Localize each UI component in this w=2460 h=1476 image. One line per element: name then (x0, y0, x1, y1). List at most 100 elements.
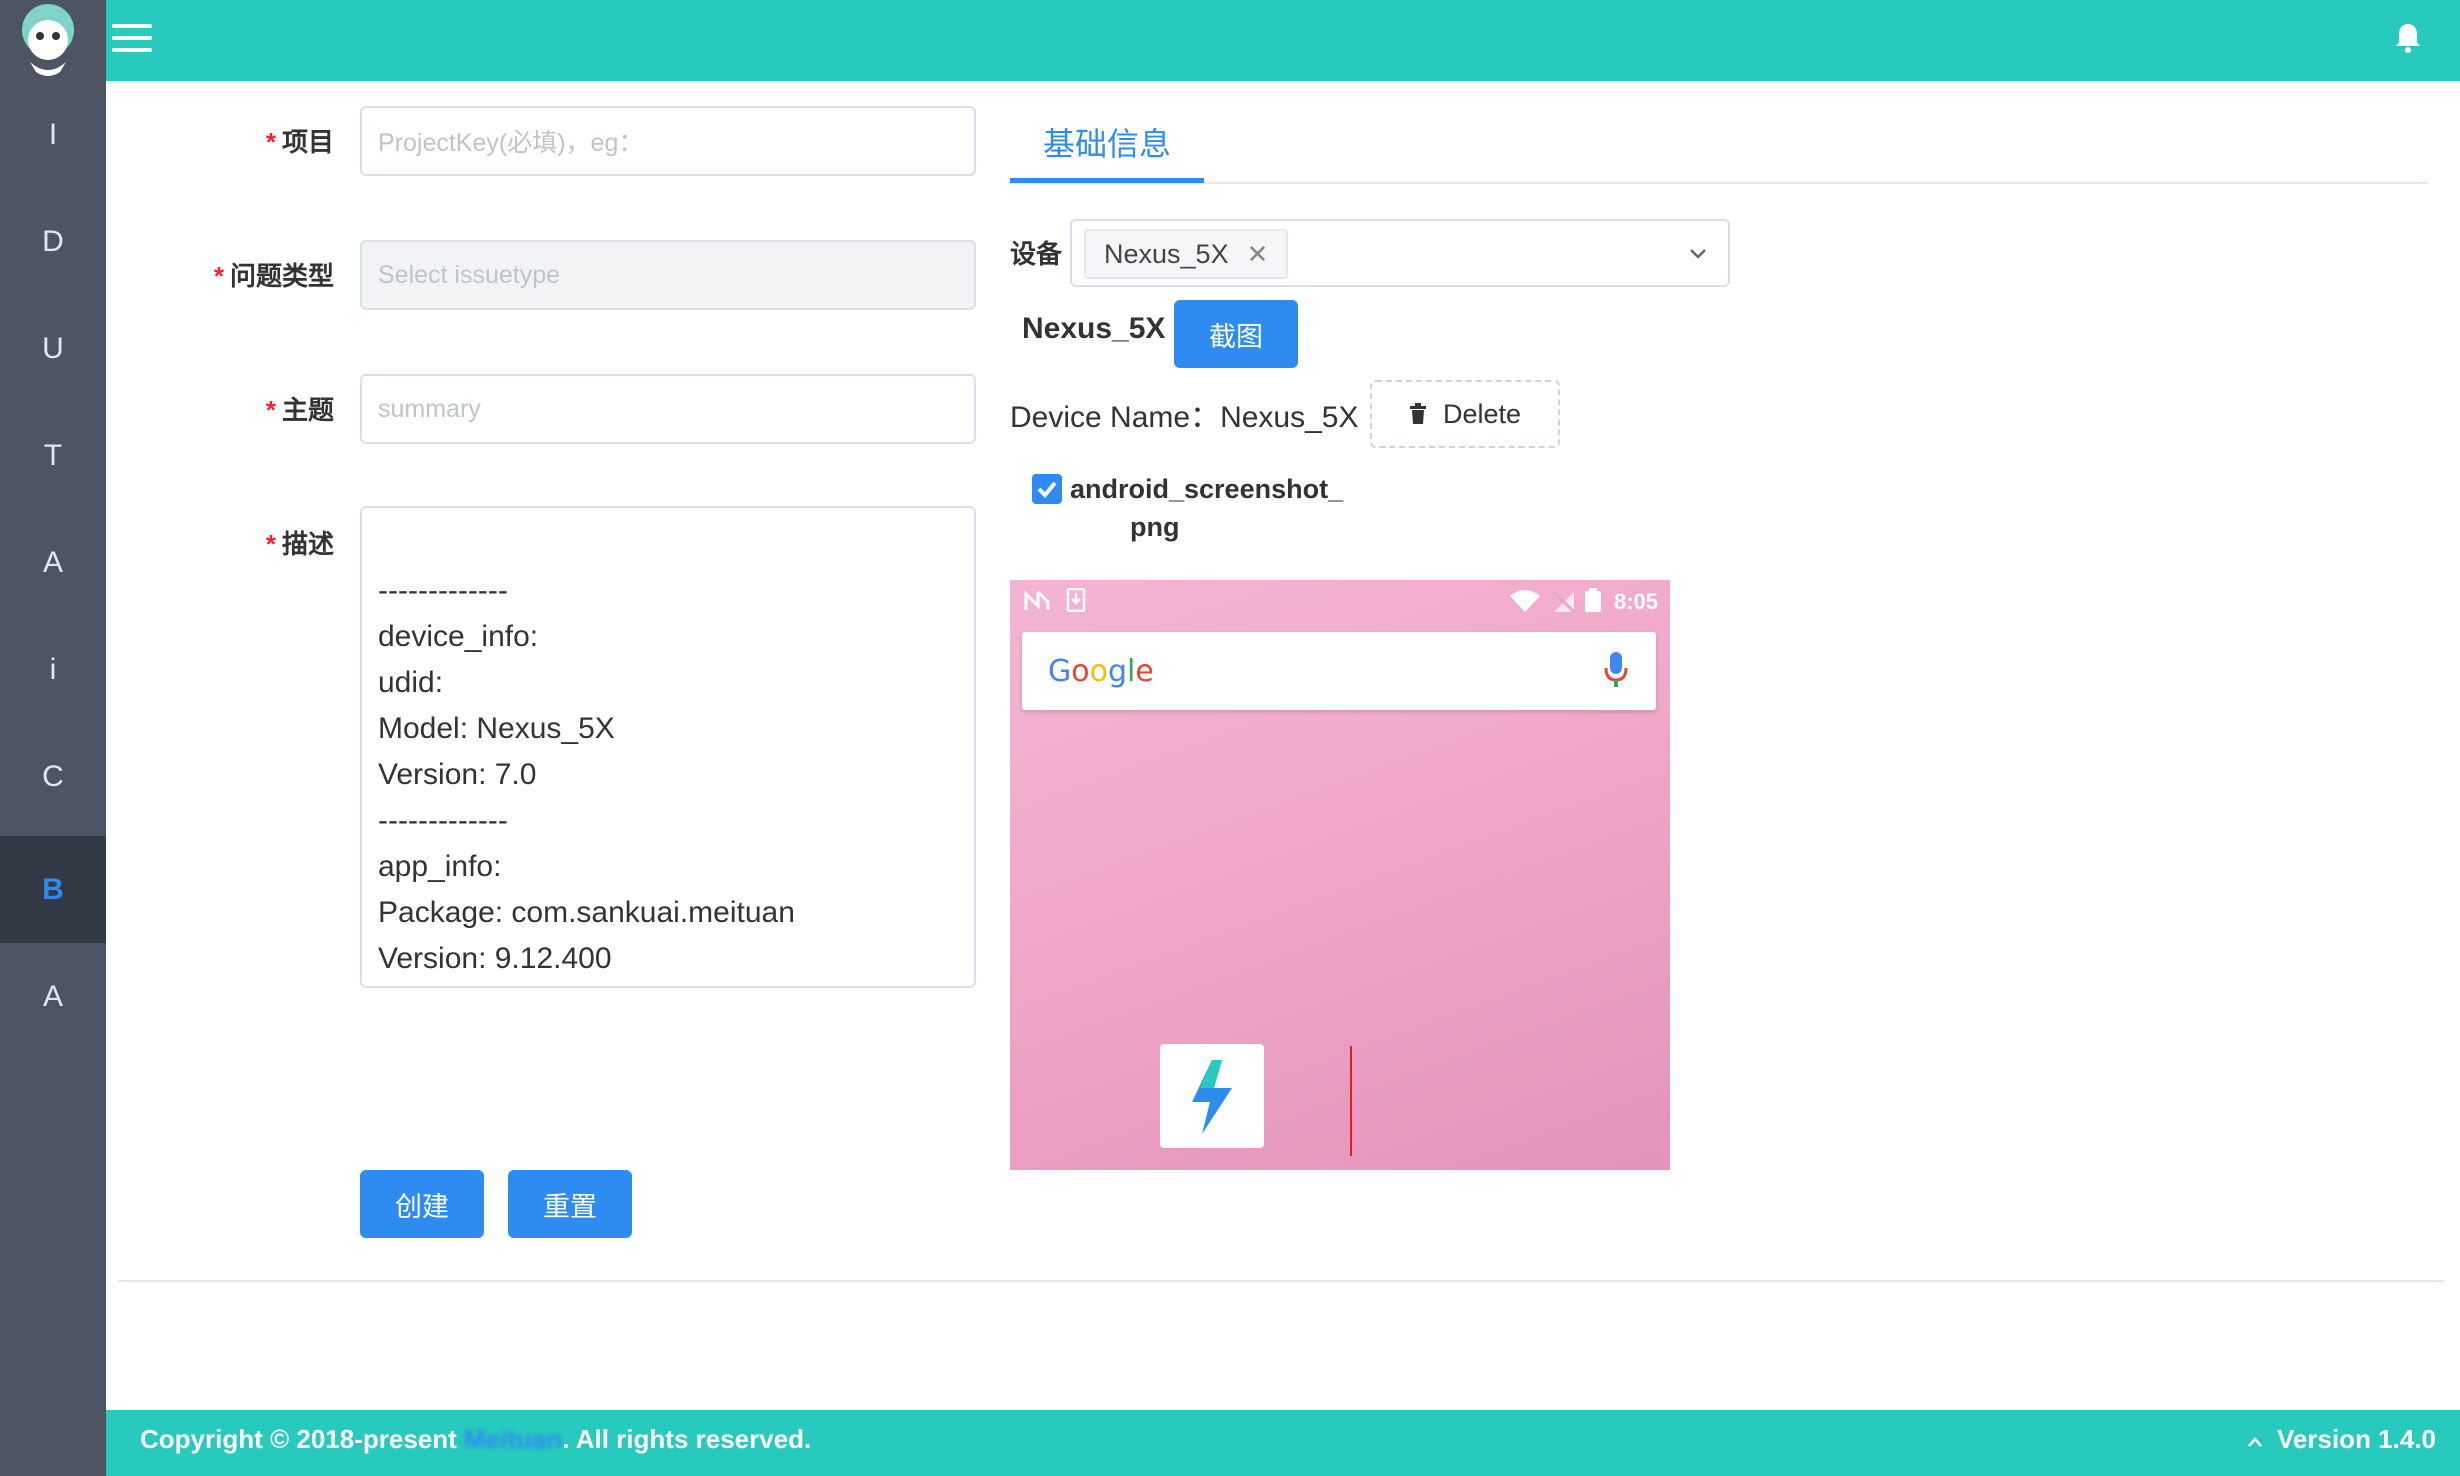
desc-line: Model: Nexus_5X (378, 712, 615, 745)
sidebar-item-5[interactable]: A (0, 509, 106, 616)
blurred-file-id-2 (1070, 512, 1130, 542)
screenshot-preview: 8:05 Google (1010, 580, 1670, 1170)
screenshot-button[interactable]: 截图 (1174, 300, 1298, 368)
desc-line: ------------- (378, 574, 508, 607)
project-input[interactable]: ProjectKey(必填)，eg： (360, 106, 976, 176)
app-icon (1160, 1044, 1264, 1148)
description-label: * 描述 (180, 524, 334, 561)
copyright-prefix: Copyright © 2018-present (140, 1424, 465, 1454)
phone-clock: 8:05 (1614, 589, 1659, 614)
sidebar-item-label: i (49, 652, 57, 686)
device-name-row: Device Name：Nexus_5X (1010, 392, 1358, 436)
blurred-example (643, 127, 685, 156)
project-label: * 项目 (180, 122, 334, 159)
sidebar-item-1[interactable]: I (0, 81, 106, 188)
tab-basic-info[interactable]: 基础信息 (1010, 122, 1204, 182)
company-link[interactable]: Meituan (464, 1424, 562, 1454)
lightning-icon (1192, 1060, 1232, 1134)
check-icon (1037, 481, 1057, 498)
summary-placeholder: summary (378, 394, 481, 423)
blurred-udid (443, 666, 610, 699)
issuetype-placeholder: Select issuetype (378, 260, 561, 289)
issuetype-label: * 问题类型 (180, 256, 334, 293)
create-button[interactable]: 创建 (360, 1170, 484, 1238)
summary-input[interactable]: summary (360, 374, 976, 444)
desc-line (378, 522, 958, 568)
bell-icon[interactable] (2394, 22, 2422, 54)
no-signal-icon (1552, 590, 1574, 612)
delete-button[interactable]: Delete (1370, 380, 1560, 448)
sidebar-item-8-active[interactable]: B (0, 836, 106, 943)
issuetype-label-text: 问题类型 (229, 261, 334, 291)
screenshot-file-name: android_screenshot_ png (1070, 470, 1670, 546)
desc-line: app_info: (378, 850, 502, 883)
issuetype-select[interactable]: Select issuetype (360, 240, 976, 310)
project-label-text: 项目 (281, 127, 334, 157)
device-name-label: Device Name： (1010, 401, 1221, 434)
google-search-bar: Google (1022, 632, 1656, 710)
hamburger-icon[interactable] (112, 24, 152, 54)
device-label: 设备 (1010, 239, 1063, 269)
sidebar-item-4[interactable]: T (0, 402, 106, 509)
logo-icon (22, 4, 74, 76)
tab-active-indicator (1010, 178, 1204, 183)
sidebar-item-6[interactable]: i (0, 616, 106, 723)
udid-label: udid: (378, 666, 444, 699)
required-mark: * (265, 395, 276, 425)
summary-label-text: 主题 (281, 395, 334, 425)
sidebar-item-3[interactable]: U (0, 295, 106, 402)
google-logo: Google (1048, 654, 1154, 689)
footer: Copyright © 2018-present Meituan. All ri… (106, 1410, 2460, 1476)
trash-icon (1409, 403, 1426, 424)
required-mark: * (213, 261, 224, 291)
desc-line: Package: com.sankuai.meituan (378, 896, 795, 929)
device-heading: Nexus_5X (1022, 312, 1166, 345)
desc-line: Version: 9.12.400 (378, 942, 612, 975)
sidebar-item-label: A (42, 545, 63, 579)
required-mark: * (265, 529, 276, 559)
content-divider (118, 1280, 2444, 1282)
desc-line: ------------- (378, 804, 508, 837)
reset-button[interactable]: 重置 (508, 1170, 632, 1238)
project-placeholder: ProjectKey(必填)，eg： (378, 129, 644, 157)
download-icon (1066, 588, 1086, 612)
sidebar-item-label: B (42, 872, 64, 906)
copyright-suffix: . All rights reserved. (562, 1424, 812, 1454)
sidebar-item-label: U (42, 331, 64, 365)
chevron-up-icon[interactable] (2247, 1436, 2263, 1448)
sidebar-item-label: A (42, 979, 63, 1013)
sidebar-item-2[interactable]: D (0, 188, 106, 295)
battery-icon (1585, 588, 1601, 612)
version-label: Version 1.4.0 (2277, 1424, 2436, 1454)
top-bar (106, 0, 2460, 81)
required-mark: * (265, 127, 276, 157)
device-select[interactable]: Nexus_5X ✕ (1070, 219, 1730, 287)
blurred-file-id (1343, 474, 1553, 504)
desc-line-udid: udid: (378, 660, 958, 706)
close-icon[interactable]: ✕ (1247, 239, 1269, 270)
file-name-ext: png (1130, 512, 1180, 542)
description-label-text: 描述 (281, 529, 334, 559)
sidebar-item-label: I (48, 117, 58, 151)
sidebar-item-label: D (42, 224, 64, 258)
screenshot-checkbox[interactable] (1032, 474, 1062, 504)
chevron-down-icon[interactable] (1688, 243, 1708, 263)
microphone-icon (1604, 652, 1628, 687)
logo (0, 0, 106, 81)
version-info: Version 1.4.0 (2247, 1424, 2436, 1455)
tabs-divider (1010, 182, 2428, 184)
device-name-value: Nexus_5X (1220, 401, 1359, 434)
delete-label: Delete (1442, 398, 1522, 429)
copyright: Copyright © 2018-present Meituan. All ri… (140, 1424, 811, 1455)
sidebar-item-7[interactable]: C (0, 723, 106, 830)
sidebar: I D U T A i C B A (0, 0, 106, 1476)
sidebar-item-9[interactable]: A (0, 943, 106, 1050)
device-tag-label: Nexus_5X (1104, 238, 1229, 269)
phone-status-bar: 8:05 (1010, 580, 1670, 620)
nfc-icon (1024, 590, 1050, 610)
sidebar-item-label: C (42, 759, 64, 793)
description-textarea[interactable]: ------------- device_info: udid: Model: … (360, 506, 976, 988)
red-cursor-line (1350, 1046, 1352, 1156)
summary-label: * 主题 (180, 390, 334, 427)
sidebar-item-label: T (43, 438, 63, 472)
